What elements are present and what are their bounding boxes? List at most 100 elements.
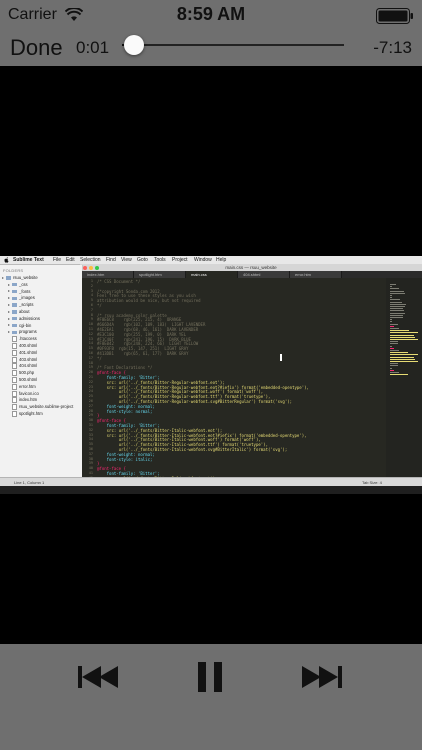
disclosure-triangle-icon[interactable] [8,283,10,286]
sidebar-item-label: _images [19,295,35,301]
sidebar-item[interactable]: rsuu_website [2,275,38,281]
minimap-line [390,295,392,296]
remaining-time: -7:13 [373,38,412,57]
disclosure-triangle-icon[interactable] [8,310,10,313]
sidebar-item[interactable]: _images [8,295,35,301]
tab-size-indicator: Tab Size: 4 [362,479,382,485]
sidebar-item[interactable]: cgi-bin [8,323,31,329]
minimap-line [390,343,399,345]
menu-item: Selection [80,257,101,263]
skip-back-icon[interactable] [78,664,122,690]
file-icon [12,377,17,383]
disclosure-triangle-icon[interactable] [8,324,10,327]
sidebar-header: FOLDERS [3,268,24,273]
sidebar-item[interactable]: _fonts [8,289,30,295]
done-button[interactable]: Done [10,35,63,61]
disclosure-triangle-icon[interactable] [8,290,10,293]
disclosure-triangle-icon[interactable] [8,304,10,307]
sidebar-item[interactable]: admissions [8,316,40,322]
sidebar-item[interactable]: about [8,309,29,315]
sidebar-item-label: 401.shtml [19,349,38,355]
sidebar-item[interactable]: 400.shtml [12,343,37,349]
minimap-line [390,334,415,336]
minimap-line [390,365,399,367]
code-line: font-style: normal; [97,408,153,414]
minimap-line [390,301,403,303]
editor-tab[interactable]: spotlight.htm [134,271,186,278]
minimap-line [390,347,395,349]
cursor-position: Line 1, Column 1 [14,479,45,485]
sidebar-item-label: cgi-bin [19,322,32,328]
minimap-line [390,336,416,338]
sidebar-item-label: 403.shtml [19,356,38,362]
folder-icon [12,316,17,321]
file-icon [12,363,17,370]
code-editor: 1 2 3 4 5 6 7 8 9 10 11 12 13 14 15 16 17 18 19 20 21 22 23 24 2… [82,278,422,477]
disclosure-triangle-icon[interactable] [8,331,10,334]
sidebar-item[interactable]: 500.php [12,370,34,377]
menu-app-name: Sublime Text [13,257,44,263]
file-icon [12,411,17,417]
video-area[interactable]: Sublime Text File Edit Selection Find Vi… [0,66,422,644]
sidebar-item[interactable]: _css [8,282,28,288]
minimap-line [390,350,400,351]
minimap-line [390,306,405,307]
minimap-line [390,303,406,305]
file-icon [12,404,17,411]
player-controls-row: Done 0:01 -7:13 [0,30,422,64]
disclosure-triangle-icon[interactable] [2,276,4,279]
playback-scrubber[interactable] [122,35,344,55]
minimap-line [390,356,414,358]
editor-tab[interactable]: index.htm [82,271,134,278]
sidebar-item-label: 404.shtml [19,363,38,369]
folder-icon [12,282,17,287]
sidebar-item-label: spotlight.htm [19,411,43,417]
editor-tab-label: main.css [191,272,207,277]
sidebar-item-label: error.htm [19,383,36,389]
battery-icon [376,8,413,24]
editor-tab[interactable]: error.htm [290,271,342,278]
sidebar-item[interactable]: error.htm [12,383,36,390]
minimap-line [390,361,418,362]
file-icon [12,356,17,363]
minimap-line [390,319,392,321]
editor-sidebar: FOLDERS rsuu_website _css _fonts _images _sc… [0,265,83,485]
sidebar-item[interactable]: spotlight.htm [12,411,43,417]
sidebar-item[interactable]: programs [8,329,37,335]
minimap-line [390,345,392,347]
sidebar-item[interactable]: _scripts [8,302,33,308]
minimap-line [390,292,406,294]
minimap-line [390,290,405,292]
sidebar-item-label: rsuu_website.sublime-project [19,404,74,410]
minimap-line [390,297,392,299]
sidebar-item[interactable]: .htaccess [12,336,37,343]
sidebar-item[interactable]: 401.shtml [12,349,38,356]
sidebar-item[interactable]: index.htm [12,397,38,404]
sidebar-item[interactable]: 404.shtml [12,363,38,370]
sidebar-item[interactable]: favicon.ico [12,390,39,397]
editor-tab[interactable]: 404.shtml [238,271,290,278]
skip-forward-icon[interactable] [302,664,346,690]
editor-tab[interactable]: main.css [186,271,238,278]
player-top-bar: Carrier 8:59 AM Done 0:01 -7:13 [0,0,422,66]
sidebar-item[interactable]: 500.shtml [12,377,37,383]
menu-item: Help [216,257,227,263]
sidebar-item-label: 400.shtml [19,343,38,349]
scrubber-thumb[interactable] [124,35,144,55]
minimap-line [390,314,404,316]
sidebar-item[interactable]: 403.shtml [12,356,38,363]
file-icon [12,397,17,404]
sidebar-item-label: _scripts [19,302,34,308]
sidebar-item[interactable]: rsuu_website.sublime-project [12,404,74,411]
code-line: #413DB1 rgb(65, 61, 177) DARK GRAY [97,351,189,356]
menu-item: Goto [137,257,148,263]
minimap-line [390,367,392,369]
pause-icon[interactable] [198,662,224,692]
sidebar-item-label: index.htm [19,397,38,403]
disclosure-triangle-icon[interactable] [8,297,10,300]
disclosure-triangle-icon[interactable] [8,317,10,320]
folder-icon [12,323,17,328]
minimap-line [390,328,400,329]
file-icon [12,336,17,343]
window-title: main.css — rsuu_website [225,265,277,270]
